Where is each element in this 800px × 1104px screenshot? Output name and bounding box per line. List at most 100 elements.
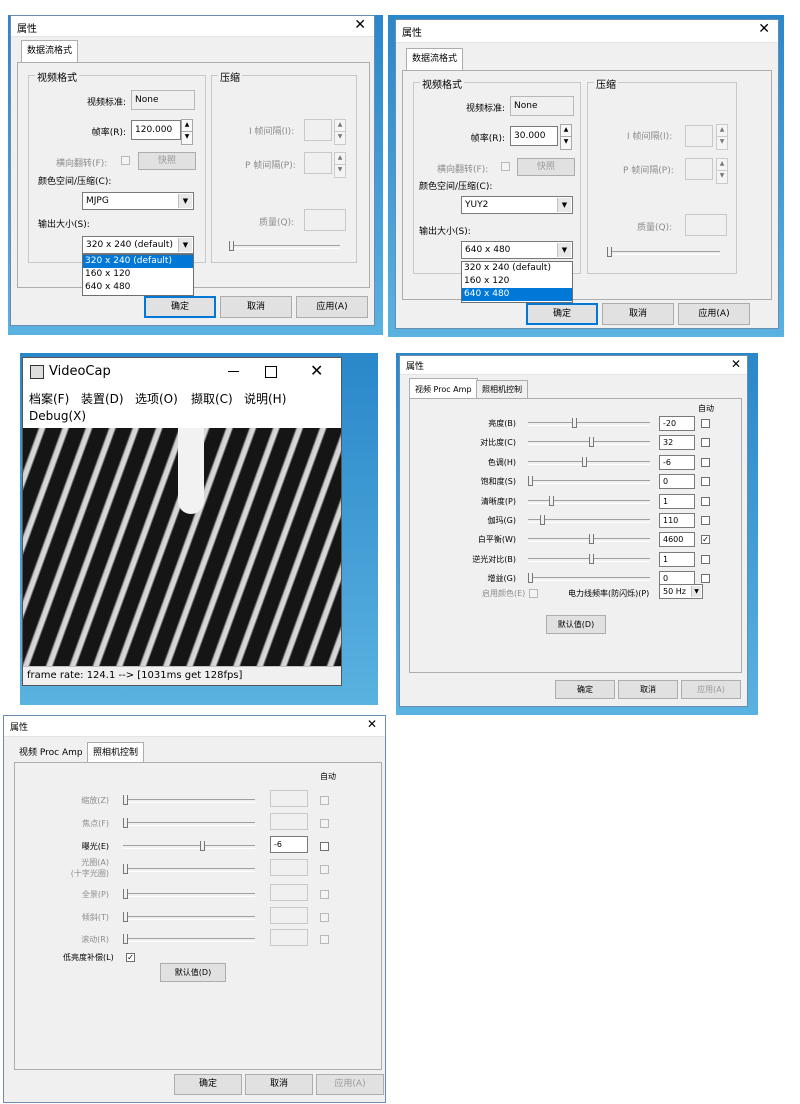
slider-track[interactable] [528, 519, 650, 523]
output-size-select[interactable]: 640 x 480 ▼ [461, 241, 573, 259]
chevron-down-icon[interactable]: ▼ [691, 586, 701, 597]
auto-checkbox[interactable] [320, 796, 329, 805]
tab-proc-amp[interactable]: 视频 Proc Amp [14, 744, 88, 762]
apply-button[interactable]: 应用(A) [678, 303, 750, 325]
close-icon[interactable]: ✕ [367, 717, 377, 731]
enable-color-checkbox[interactable] [529, 589, 538, 598]
chevron-down-icon[interactable]: ▼ [557, 198, 571, 212]
up-icon[interactable]: ▲ [561, 125, 571, 137]
auto-checkbox[interactable] [320, 913, 329, 922]
value-field[interactable]: 4600 [659, 532, 695, 548]
menu-device[interactable]: 装置(D) [81, 390, 124, 407]
size-option[interactable]: 320 x 240 (default) [83, 255, 193, 268]
menu-debug[interactable]: Debug(X) [29, 409, 86, 423]
value-field[interactable]: 1 [659, 551, 695, 567]
auto-checkbox[interactable] [701, 457, 710, 467]
slider-track[interactable] [123, 845, 255, 849]
flip-checkbox[interactable] [501, 162, 510, 171]
ok-button[interactable]: 确定 [526, 303, 598, 325]
minimize-icon[interactable] [228, 371, 239, 372]
ok-button[interactable]: 确定 [555, 680, 615, 699]
slider-thumb[interactable] [528, 476, 533, 487]
default-button[interactable]: 默认值(D) [160, 963, 226, 982]
close-icon[interactable]: ✕ [354, 17, 366, 33]
frame-rate-input[interactable]: 30.000 [510, 126, 558, 146]
slider-thumb[interactable] [589, 534, 594, 545]
tab-camera-control[interactable]: 照相机控制 [476, 380, 528, 399]
close-icon[interactable]: ✕ [731, 357, 741, 371]
down-icon[interactable]: ▼ [182, 132, 192, 144]
auto-checkbox[interactable] [320, 842, 329, 851]
frame-rate-spinner[interactable]: ▲ ▼ [560, 124, 572, 150]
tab-stream-format[interactable]: 数据流格式 [21, 40, 79, 62]
lowlight-checkbox[interactable]: ✓ [126, 953, 135, 962]
slider-thumb[interactable] [540, 515, 545, 525]
menu-help[interactable]: 说明(H) [244, 390, 286, 407]
flip-checkbox[interactable] [121, 156, 130, 165]
slider-thumb[interactable] [589, 553, 594, 564]
size-option[interactable]: 160 x 120 [462, 275, 572, 288]
auto-checkbox[interactable] [701, 554, 710, 564]
frame-rate-spinner[interactable]: ▲ ▼ [181, 119, 193, 145]
cancel-button[interactable]: 取消 [245, 1074, 313, 1095]
close-icon[interactable]: ✕ [758, 21, 770, 37]
menu-file[interactable]: 档案(F) [29, 390, 69, 407]
snapshot-button[interactable]: 快照 [138, 152, 196, 170]
value-field[interactable]: -6 [270, 836, 308, 853]
slider-thumb[interactable] [200, 841, 205, 851]
slider-track[interactable] [528, 577, 650, 582]
value-field[interactable]: 0 [659, 474, 695, 490]
slider-thumb[interactable] [582, 456, 587, 467]
cancel-button[interactable]: 取消 [618, 680, 678, 699]
slider-track[interactable] [528, 499, 650, 504]
chevron-down-icon[interactable]: ▼ [178, 238, 192, 252]
auto-checkbox[interactable] [701, 516, 710, 525]
maximize-icon[interactable] [265, 366, 277, 378]
tab-proc-amp[interactable]: 视频 Proc Amp [409, 378, 478, 400]
tab-camera-control[interactable]: 照相机控制 [87, 742, 145, 764]
size-option[interactable]: 160 x 120 [83, 268, 193, 281]
auto-checkbox[interactable] [320, 890, 329, 899]
default-button[interactable]: 默认值(D) [546, 615, 606, 634]
down-icon[interactable]: ▼ [561, 137, 571, 149]
menu-capture[interactable]: 撷取(C) [191, 390, 233, 407]
slider-track[interactable] [528, 460, 650, 465]
auto-checkbox[interactable] [320, 935, 329, 944]
snapshot-button[interactable]: 快照 [517, 158, 575, 176]
frame-rate-input[interactable]: 120.000 [131, 120, 181, 140]
color-space-select[interactable]: YUY2 ▼ [461, 196, 573, 214]
auto-checkbox[interactable] [320, 819, 329, 828]
auto-checkbox[interactable] [701, 477, 710, 487]
slider-thumb[interactable] [572, 418, 577, 428]
output-size-select[interactable]: 320 x 240 (default) ▼ [82, 236, 194, 254]
auto-checkbox[interactable] [701, 496, 710, 506]
value-field[interactable]: 1 [659, 493, 695, 509]
cancel-button[interactable]: 取消 [220, 296, 292, 318]
powerline-select[interactable]: 50 Hz ▼ [659, 584, 703, 599]
auto-checkbox[interactable] [320, 865, 329, 874]
ok-button[interactable]: 确定 [144, 296, 216, 318]
slider-track[interactable] [528, 480, 650, 485]
value-field[interactable]: -20 [659, 416, 695, 431]
size-option[interactable]: 640 x 480 [462, 288, 572, 301]
auto-checkbox[interactable] [701, 419, 710, 428]
up-icon[interactable]: ▲ [182, 120, 192, 132]
chevron-down-icon[interactable]: ▼ [557, 243, 571, 257]
slider-thumb[interactable] [589, 437, 594, 448]
close-icon[interactable]: ✕ [310, 361, 323, 380]
apply-button[interactable]: 应用(A) [296, 296, 368, 318]
apply-button[interactable]: 应用(A) [316, 1074, 384, 1095]
tab-stream-format[interactable]: 数据流格式 [406, 48, 464, 70]
value-field[interactable]: -6 [659, 454, 695, 470]
size-option[interactable]: 640 x 480 [83, 281, 193, 294]
slider-thumb[interactable] [528, 573, 533, 584]
auto-checkbox[interactable] [701, 438, 710, 448]
size-option[interactable]: 320 x 240 (default) [462, 262, 572, 275]
cancel-button[interactable]: 取消 [602, 303, 674, 325]
value-field[interactable]: 110 [659, 513, 695, 528]
slider-track[interactable] [528, 422, 650, 426]
auto-checkbox[interactable]: ✓ [701, 535, 710, 545]
ok-button[interactable]: 确定 [174, 1074, 242, 1095]
value-field[interactable]: 32 [659, 435, 695, 451]
slider-thumb[interactable] [549, 495, 554, 506]
